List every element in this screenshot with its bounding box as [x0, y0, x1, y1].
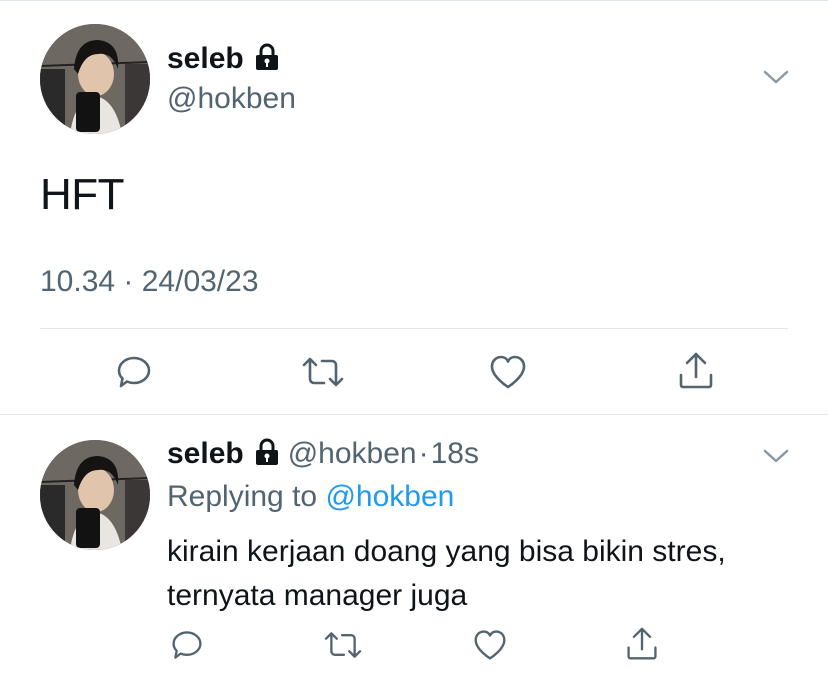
chevron-down-icon[interactable]	[762, 447, 790, 470]
reply-text: kirain kerjaan doang yang bisa bikin str…	[167, 530, 807, 618]
reply-icon[interactable]	[115, 353, 153, 391]
lock-icon	[254, 438, 280, 474]
reply-time[interactable]: 18s	[431, 437, 479, 470]
lock-icon	[254, 43, 280, 79]
top-border	[0, 0, 828, 1]
tweet-text: HFT	[40, 170, 125, 219]
reply-display-name[interactable]: seleb	[167, 437, 244, 470]
retweet-icon[interactable]	[300, 353, 346, 391]
user-handle[interactable]: @hokben	[167, 82, 296, 116]
divider	[40, 328, 788, 329]
like-icon[interactable]	[488, 353, 528, 391]
reply-handle[interactable]: @hokben	[288, 437, 417, 470]
retweet-icon[interactable]	[322, 628, 364, 662]
reply-text-line: ternyata manager juga	[167, 579, 468, 612]
share-icon[interactable]	[625, 626, 659, 662]
reply-text-line: kirain kerjaan doang yang bisa bikin str…	[167, 535, 726, 568]
display-name[interactable]: seleb	[167, 42, 280, 79]
like-icon[interactable]	[472, 628, 508, 662]
chevron-down-icon[interactable]	[762, 68, 790, 91]
tweet-separator	[0, 414, 828, 415]
reply-avatar[interactable]	[40, 440, 150, 550]
replying-mention[interactable]: @hokben	[325, 480, 454, 513]
reply-header: seleb @hokben·18s	[167, 437, 479, 474]
reply-icon[interactable]	[170, 628, 204, 662]
avatar[interactable]	[40, 24, 150, 134]
replying-to: Replying to @hokben	[167, 480, 454, 514]
replying-prefix: Replying to	[167, 480, 318, 513]
tweet-timestamp[interactable]: 10.34 · 24/03/23	[40, 265, 259, 299]
share-icon[interactable]	[677, 351, 715, 391]
separator-dot: ·	[418, 437, 429, 470]
